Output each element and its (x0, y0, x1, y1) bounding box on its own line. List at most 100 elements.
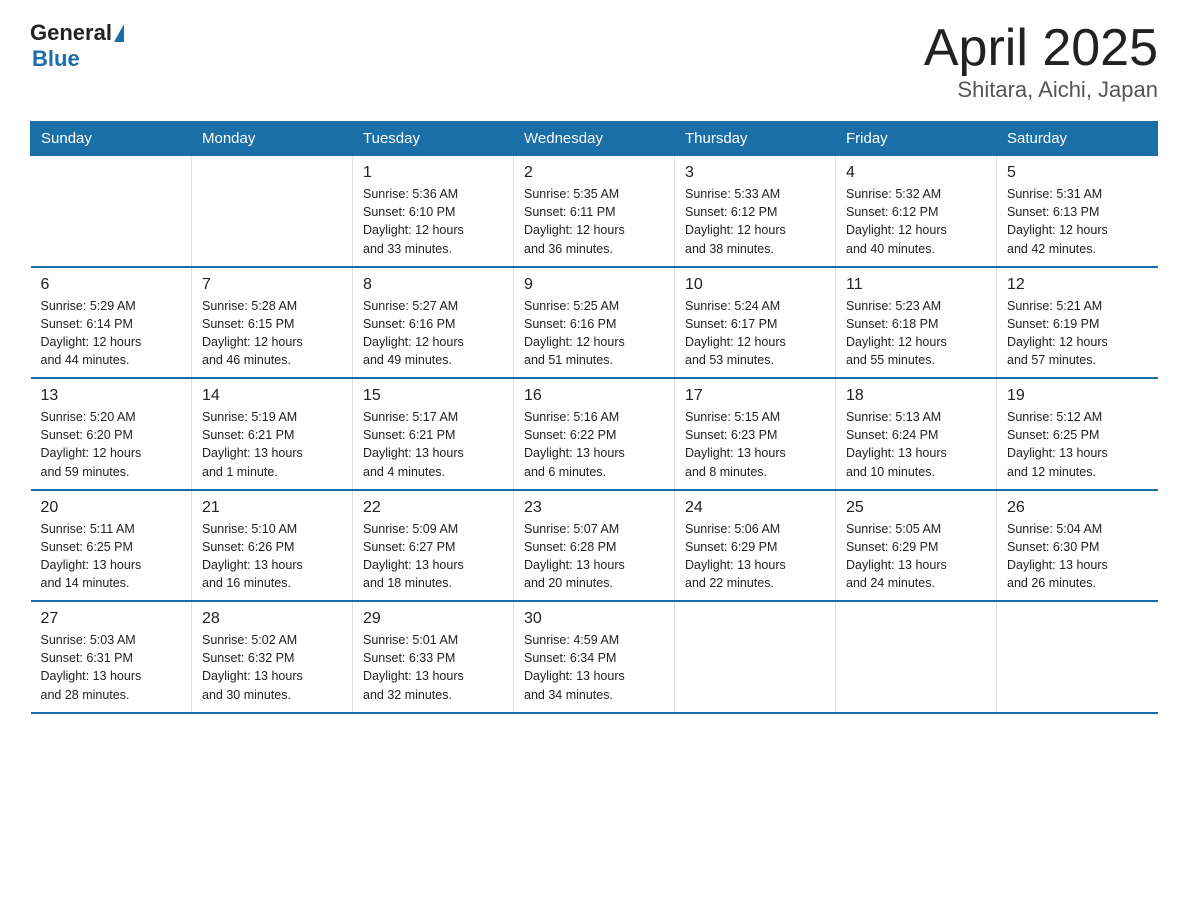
calendar-cell: 28 Sunrise: 5:02 AM Sunset: 6:32 PM Dayli… (192, 601, 353, 713)
day-info: Sunrise: 5:04 AM Sunset: 6:30 PM Dayligh… (1007, 520, 1148, 593)
calendar-cell: 7 Sunrise: 5:28 AM Sunset: 6:15 PM Daylig… (192, 267, 353, 379)
day-info: Sunrise: 5:21 AM Sunset: 6:19 PM Dayligh… (1007, 297, 1148, 370)
day-info: Sunrise: 5:19 AM Sunset: 6:21 PM Dayligh… (202, 408, 342, 481)
day-info: Sunrise: 5:01 AM Sunset: 6:33 PM Dayligh… (363, 631, 503, 704)
day-number: 25 (846, 499, 986, 517)
day-info: Sunrise: 5:31 AM Sunset: 6:13 PM Dayligh… (1007, 185, 1148, 258)
calendar-cell: 14 Sunrise: 5:19 AM Sunset: 6:21 PM Dayli… (192, 378, 353, 490)
page-header: General Blue April 2025 Shitara, Aichi, … (30, 20, 1158, 103)
day-number: 22 (363, 499, 503, 517)
calendar-cell: 10 Sunrise: 5:24 AM Sunset: 6:17 PM Dayli… (675, 267, 836, 379)
day-number: 17 (685, 387, 825, 405)
calendar-cell: 3 Sunrise: 5:33 AM Sunset: 6:12 PM Daylig… (675, 156, 836, 267)
day-number: 3 (685, 164, 825, 182)
day-info: Sunrise: 5:35 AM Sunset: 6:11 PM Dayligh… (524, 185, 664, 258)
header-day-friday: Friday (836, 122, 997, 156)
calendar-cell: 9Sunrise: 5:25 AM Sunset: 6:16 PM Daylig… (514, 267, 675, 379)
calendar-cell (31, 156, 192, 267)
header-day-sunday: Sunday (31, 122, 192, 156)
calendar-cell (836, 601, 997, 713)
calendar-cell: 13 Sunrise: 5:20 AM Sunset: 6:20 PM Dayli… (31, 378, 192, 490)
calendar-table: SundayMondayTuesdayWednesdayThursdayFrid… (30, 121, 1158, 714)
page-subtitle: Shitara, Aichi, Japan (924, 77, 1158, 103)
day-number: 7 (202, 276, 342, 294)
calendar-cell: 30 Sunrise: 4:59 AM Sunset: 6:34 PM Dayli… (514, 601, 675, 713)
header-day-wednesday: Wednesday (514, 122, 675, 156)
calendar-week-row: 6 Sunrise: 5:29 AM Sunset: 6:14 PM Daylig… (31, 267, 1158, 379)
logo: General Blue (30, 20, 124, 72)
header-day-tuesday: Tuesday (353, 122, 514, 156)
calendar-week-row: 13 Sunrise: 5:20 AM Sunset: 6:20 PM Dayli… (31, 378, 1158, 490)
day-info: Sunrise: 5:33 AM Sunset: 6:12 PM Dayligh… (685, 185, 825, 258)
calendar-cell: 8 Sunrise: 5:27 AM Sunset: 6:16 PM Daylig… (353, 267, 514, 379)
day-number: 1 (363, 164, 503, 182)
calendar-cell: 26 Sunrise: 5:04 AM Sunset: 6:30 PM Dayli… (997, 490, 1158, 602)
calendar-cell: 1Sunrise: 5:36 AM Sunset: 6:10 PM Daylig… (353, 156, 514, 267)
day-number: 9 (524, 276, 664, 294)
day-info: Sunrise: 5:07 AM Sunset: 6:28 PM Dayligh… (524, 520, 664, 593)
day-info: Sunrise: 5:05 AM Sunset: 6:29 PM Dayligh… (846, 520, 986, 593)
day-info: Sunrise: 5:02 AM Sunset: 6:32 PM Dayligh… (202, 631, 342, 704)
calendar-cell: 4Sunrise: 5:32 AM Sunset: 6:12 PM Daylig… (836, 156, 997, 267)
calendar-cell: 29 Sunrise: 5:01 AM Sunset: 6:33 PM Dayli… (353, 601, 514, 713)
day-number: 30 (524, 610, 664, 628)
day-number: 8 (363, 276, 503, 294)
day-info: Sunrise: 5:06 AM Sunset: 6:29 PM Dayligh… (685, 520, 825, 593)
day-number: 16 (524, 387, 664, 405)
day-number: 19 (1007, 387, 1148, 405)
day-info: Sunrise: 5:17 AM Sunset: 6:21 PM Dayligh… (363, 408, 503, 481)
calendar-cell: 16 Sunrise: 5:16 AM Sunset: 6:22 PM Dayli… (514, 378, 675, 490)
day-info: Sunrise: 5:32 AM Sunset: 6:12 PM Dayligh… (846, 185, 986, 258)
header-day-saturday: Saturday (997, 122, 1158, 156)
logo-general: General (30, 20, 112, 46)
page-title: April 2025 (924, 20, 1158, 77)
day-info: Sunrise: 5:23 AM Sunset: 6:18 PM Dayligh… (846, 297, 986, 370)
calendar-cell: 5 Sunrise: 5:31 AM Sunset: 6:13 PM Daylig… (997, 156, 1158, 267)
day-info: Sunrise: 5:28 AM Sunset: 6:15 PM Dayligh… (202, 297, 342, 370)
day-info: Sunrise: 4:59 AM Sunset: 6:34 PM Dayligh… (524, 631, 664, 704)
calendar-header-row: SundayMondayTuesdayWednesdayThursdayFrid… (31, 122, 1158, 156)
day-number: 26 (1007, 499, 1148, 517)
calendar-cell: 22 Sunrise: 5:09 AM Sunset: 6:27 PM Dayli… (353, 490, 514, 602)
day-info: Sunrise: 5:24 AM Sunset: 6:17 PM Dayligh… (685, 297, 825, 370)
day-info: Sunrise: 5:29 AM Sunset: 6:14 PM Dayligh… (41, 297, 182, 370)
day-number: 18 (846, 387, 986, 405)
day-number: 5 (1007, 164, 1148, 182)
day-number: 10 (685, 276, 825, 294)
day-info: Sunrise: 5:15 AM Sunset: 6:23 PM Dayligh… (685, 408, 825, 481)
calendar-cell (192, 156, 353, 267)
header-day-thursday: Thursday (675, 122, 836, 156)
day-info: Sunrise: 5:10 AM Sunset: 6:26 PM Dayligh… (202, 520, 342, 593)
calendar-cell: 18 Sunrise: 5:13 AM Sunset: 6:24 PM Dayli… (836, 378, 997, 490)
day-info: Sunrise: 5:09 AM Sunset: 6:27 PM Dayligh… (363, 520, 503, 593)
header-day-monday: Monday (192, 122, 353, 156)
day-number: 2 (524, 164, 664, 182)
title-block: April 2025 Shitara, Aichi, Japan (924, 20, 1158, 103)
day-number: 6 (41, 276, 182, 294)
day-info: Sunrise: 5:13 AM Sunset: 6:24 PM Dayligh… (846, 408, 986, 481)
calendar-cell: 27Sunrise: 5:03 AM Sunset: 6:31 PM Dayli… (31, 601, 192, 713)
calendar-cell: 2 Sunrise: 5:35 AM Sunset: 6:11 PM Daylig… (514, 156, 675, 267)
calendar-cell: 15 Sunrise: 5:17 AM Sunset: 6:21 PM Dayli… (353, 378, 514, 490)
calendar-cell: 25 Sunrise: 5:05 AM Sunset: 6:29 PM Dayli… (836, 490, 997, 602)
day-number: 27 (41, 610, 182, 628)
calendar-week-row: 1Sunrise: 5:36 AM Sunset: 6:10 PM Daylig… (31, 156, 1158, 267)
day-number: 14 (202, 387, 342, 405)
day-info: Sunrise: 5:27 AM Sunset: 6:16 PM Dayligh… (363, 297, 503, 370)
day-info: Sunrise: 5:20 AM Sunset: 6:20 PM Dayligh… (41, 408, 182, 481)
calendar-cell: 23 Sunrise: 5:07 AM Sunset: 6:28 PM Dayli… (514, 490, 675, 602)
day-number: 28 (202, 610, 342, 628)
day-number: 13 (41, 387, 182, 405)
calendar-cell: 19 Sunrise: 5:12 AM Sunset: 6:25 PM Dayli… (997, 378, 1158, 490)
logo-triangle-icon (114, 24, 124, 42)
day-info: Sunrise: 5:12 AM Sunset: 6:25 PM Dayligh… (1007, 408, 1148, 481)
calendar-cell: 11Sunrise: 5:23 AM Sunset: 6:18 PM Dayli… (836, 267, 997, 379)
day-number: 12 (1007, 276, 1148, 294)
day-number: 29 (363, 610, 503, 628)
calendar-week-row: 27Sunrise: 5:03 AM Sunset: 6:31 PM Dayli… (31, 601, 1158, 713)
calendar-cell: 20Sunrise: 5:11 AM Sunset: 6:25 PM Dayli… (31, 490, 192, 602)
day-number: 23 (524, 499, 664, 517)
day-info: Sunrise: 5:16 AM Sunset: 6:22 PM Dayligh… (524, 408, 664, 481)
calendar-cell (675, 601, 836, 713)
day-number: 15 (363, 387, 503, 405)
